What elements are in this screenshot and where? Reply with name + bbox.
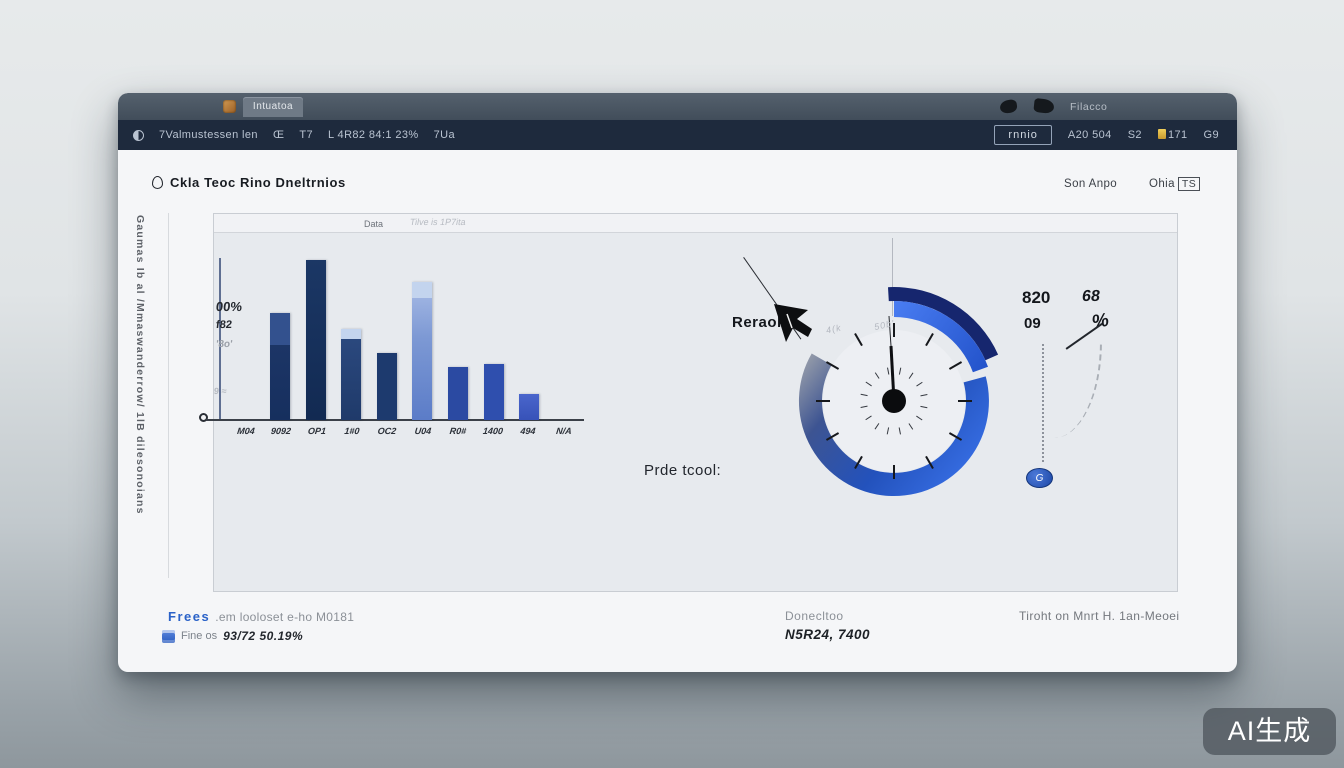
x-tick-label: 494	[520, 426, 536, 436]
bar-R0#	[448, 367, 468, 420]
y-tick-label: 9 ≈	[213, 386, 227, 396]
bar-1400	[484, 364, 504, 420]
toolbar-item-4[interactable]: 7Ua	[434, 129, 455, 141]
gauge-value-3: 09	[1024, 315, 1041, 332]
tab-app-icon	[223, 100, 236, 113]
sidebar-divider	[168, 213, 169, 578]
footer-left-strong: Frees	[168, 609, 210, 624]
bar-OC2	[377, 353, 397, 420]
y-tick-label: '8o'	[215, 339, 233, 350]
footer-left-sub-value: 93/72 50.19%	[223, 629, 303, 643]
x-tick-label: U04	[414, 426, 432, 436]
titlebar-bird2-icon[interactable]	[1033, 98, 1054, 114]
titlebar-right-label: Filacco	[1070, 101, 1107, 113]
toolbar-right-item-2[interactable]: 171	[1158, 129, 1188, 141]
footer-left-sub-label: Fine os	[181, 630, 217, 642]
footer-mid-value: N5R24, 7400	[785, 627, 870, 642]
cursor-arrow-icon	[772, 304, 818, 356]
header-link-2-text: Ohia	[1149, 178, 1175, 190]
toolbar-right-item-1[interactable]: S2	[1128, 129, 1142, 141]
gauge-unit: %	[1090, 310, 1110, 335]
header-link-1[interactable]: Son Anpo	[1064, 178, 1117, 190]
toolbar-item-1[interactable]: Œ	[273, 129, 284, 141]
x-tick-label: 9092	[271, 426, 292, 436]
footer-left-rest: .em looloset e-ho M0181	[215, 610, 354, 624]
titlebar-bird-icon[interactable]	[999, 99, 1018, 114]
x-tick-label: OP1	[307, 426, 326, 436]
toolbar-button[interactable]: rnnio	[994, 125, 1051, 145]
header-link-2-badge: TS	[1178, 177, 1200, 191]
bar-U04	[412, 282, 432, 420]
header-link-2[interactable]: OhiaTS	[1149, 178, 1200, 190]
footer-mid-label: Donecltoo	[785, 609, 844, 623]
page-title: Ckla Teoc Rino Dneltrnios	[152, 175, 346, 190]
panel-header-label: Data	[364, 219, 383, 229]
x-tick-label: M04	[237, 426, 256, 436]
bar-cap	[341, 329, 361, 339]
gauge-value-1: 820	[1022, 288, 1050, 308]
titlebar: Intuatoa Filacco	[118, 93, 1237, 120]
toolbar: 7Valmustessen len Œ T7 L 4R82 84:1 23% 7Ua r…	[118, 120, 1237, 150]
app-window: Intuatoa Filacco 7Valmustessen len Œ T7 L 4…	[118, 93, 1237, 672]
drop-icon	[152, 176, 163, 189]
x-tick-label: 1#0	[344, 426, 360, 436]
gauge-caption: Prde tcool:	[644, 462, 721, 479]
footer-left-title: Frees .em looloset e-ho M0181	[168, 609, 354, 624]
bar-cap	[412, 282, 432, 298]
footer-left-sub: Fine os 93/72 50.19%	[162, 629, 303, 643]
legend-swatch-icon	[162, 630, 175, 643]
toolbar-item-0[interactable]: 7Valmustessen len	[159, 129, 258, 141]
half-circle-icon	[133, 130, 144, 141]
x-tick-label: OC2	[377, 426, 397, 436]
toolbar-item-3[interactable]: L 4R82 84:1 23%	[328, 129, 419, 141]
bar-OP1	[306, 260, 326, 420]
x-tick-label: R0#	[449, 426, 467, 436]
gauge-value-2: 68	[1081, 288, 1101, 306]
y-tick-label: f82	[215, 319, 232, 331]
dashed-connector	[1054, 342, 1102, 438]
panel-header-note: Tilve is 1P7ita	[409, 217, 466, 227]
ai-watermark: AI生成	[1203, 708, 1336, 755]
gauge-badge[interactable]: G	[1026, 468, 1053, 488]
yellow-badge-icon	[1158, 129, 1166, 139]
toolbar-item-2[interactable]: T7	[299, 129, 313, 141]
dashboard-panel: Data Tilve is 1P7ita 00% f82 '8o' 9 ≈ M04 90…	[213, 213, 1178, 592]
y-tick-label: 00%	[215, 299, 243, 314]
dotted-connector	[1042, 344, 1044, 462]
x-tick-label: N/A	[555, 426, 572, 436]
sidebar-vertical-label: Gaumas Ib al /Mmaswanderrow/ 1lB dileson…	[134, 215, 146, 665]
bar-494	[519, 394, 539, 420]
bar-9092	[270, 313, 290, 420]
toolbar-right-item-0[interactable]: A20 504	[1068, 129, 1112, 141]
window-tab[interactable]: Intuatoa	[243, 97, 303, 117]
panel-header: Data Tilve is 1P7ita	[214, 214, 1177, 233]
bar-1#0	[341, 329, 361, 420]
page-title-text: Ckla Teoc Rino Dneltrnios	[170, 175, 346, 190]
gauge-center-dot	[882, 389, 906, 413]
footer-right-text: Tiroht on Mnrt H. 1an-Meoei	[1019, 609, 1179, 623]
toolbar-right-item-3[interactable]: G9	[1204, 129, 1219, 141]
x-tick-label: 1400	[483, 426, 504, 436]
